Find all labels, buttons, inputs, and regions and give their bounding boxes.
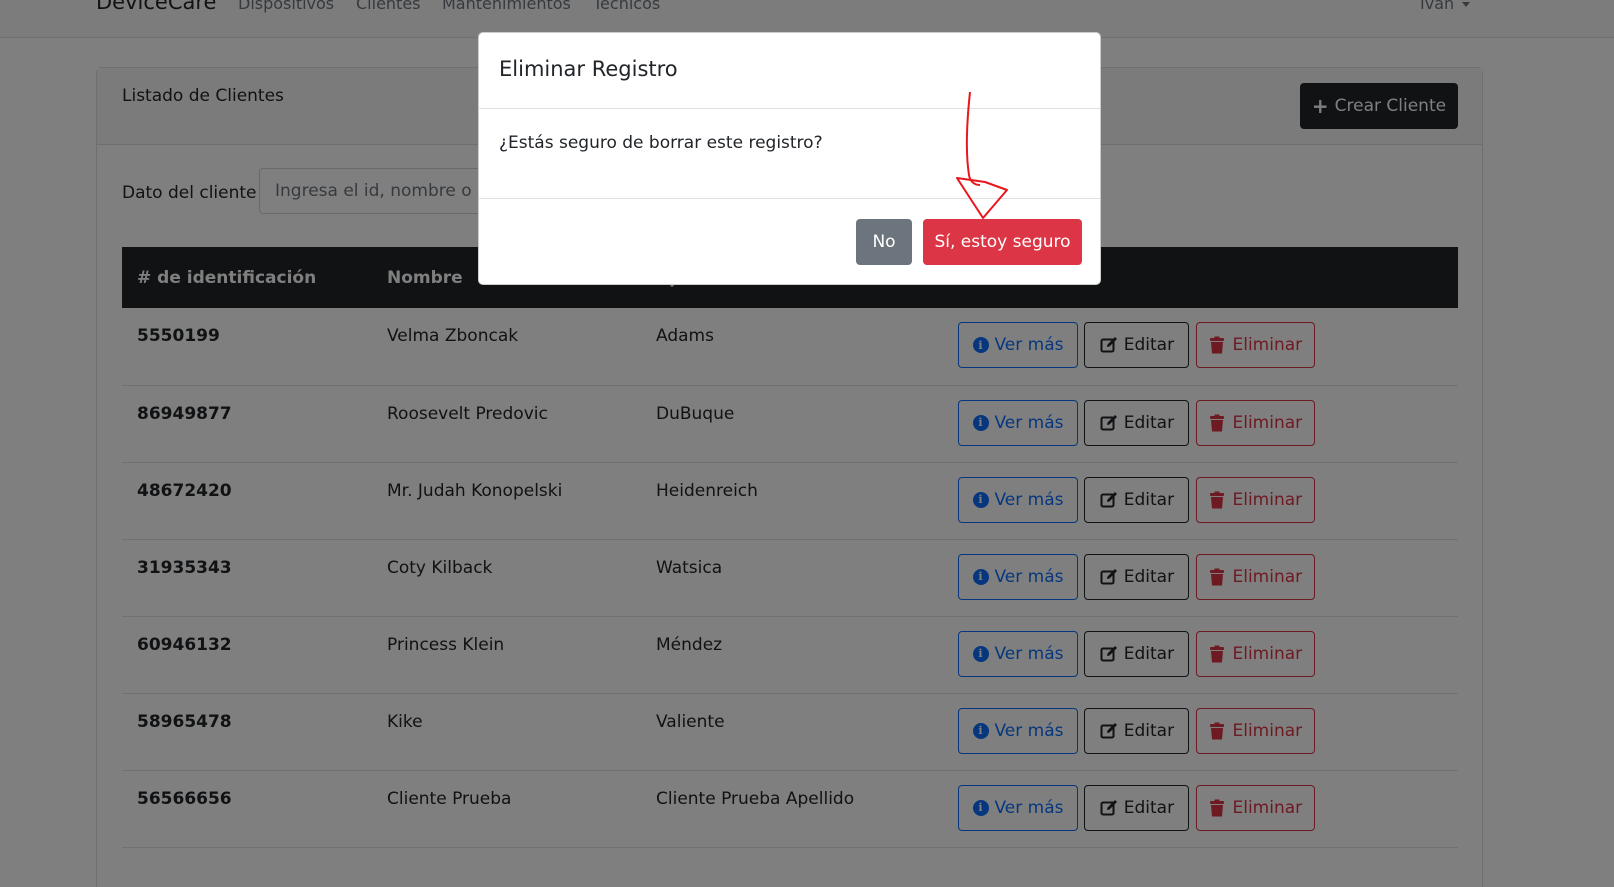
modal-body: ¿Estás seguro de borrar este registro? [499,133,823,153]
cancel-button[interactable]: No [856,219,912,265]
confirm-delete-button[interactable]: Sí, estoy seguro [923,219,1082,265]
delete-modal: Eliminar Registro ¿Estás seguro de borra… [478,32,1101,285]
modal-header: Eliminar Registro [479,33,1100,109]
modal-footer: No Sí, estoy seguro [479,198,1100,286]
modal-title: Eliminar Registro [499,57,678,81]
